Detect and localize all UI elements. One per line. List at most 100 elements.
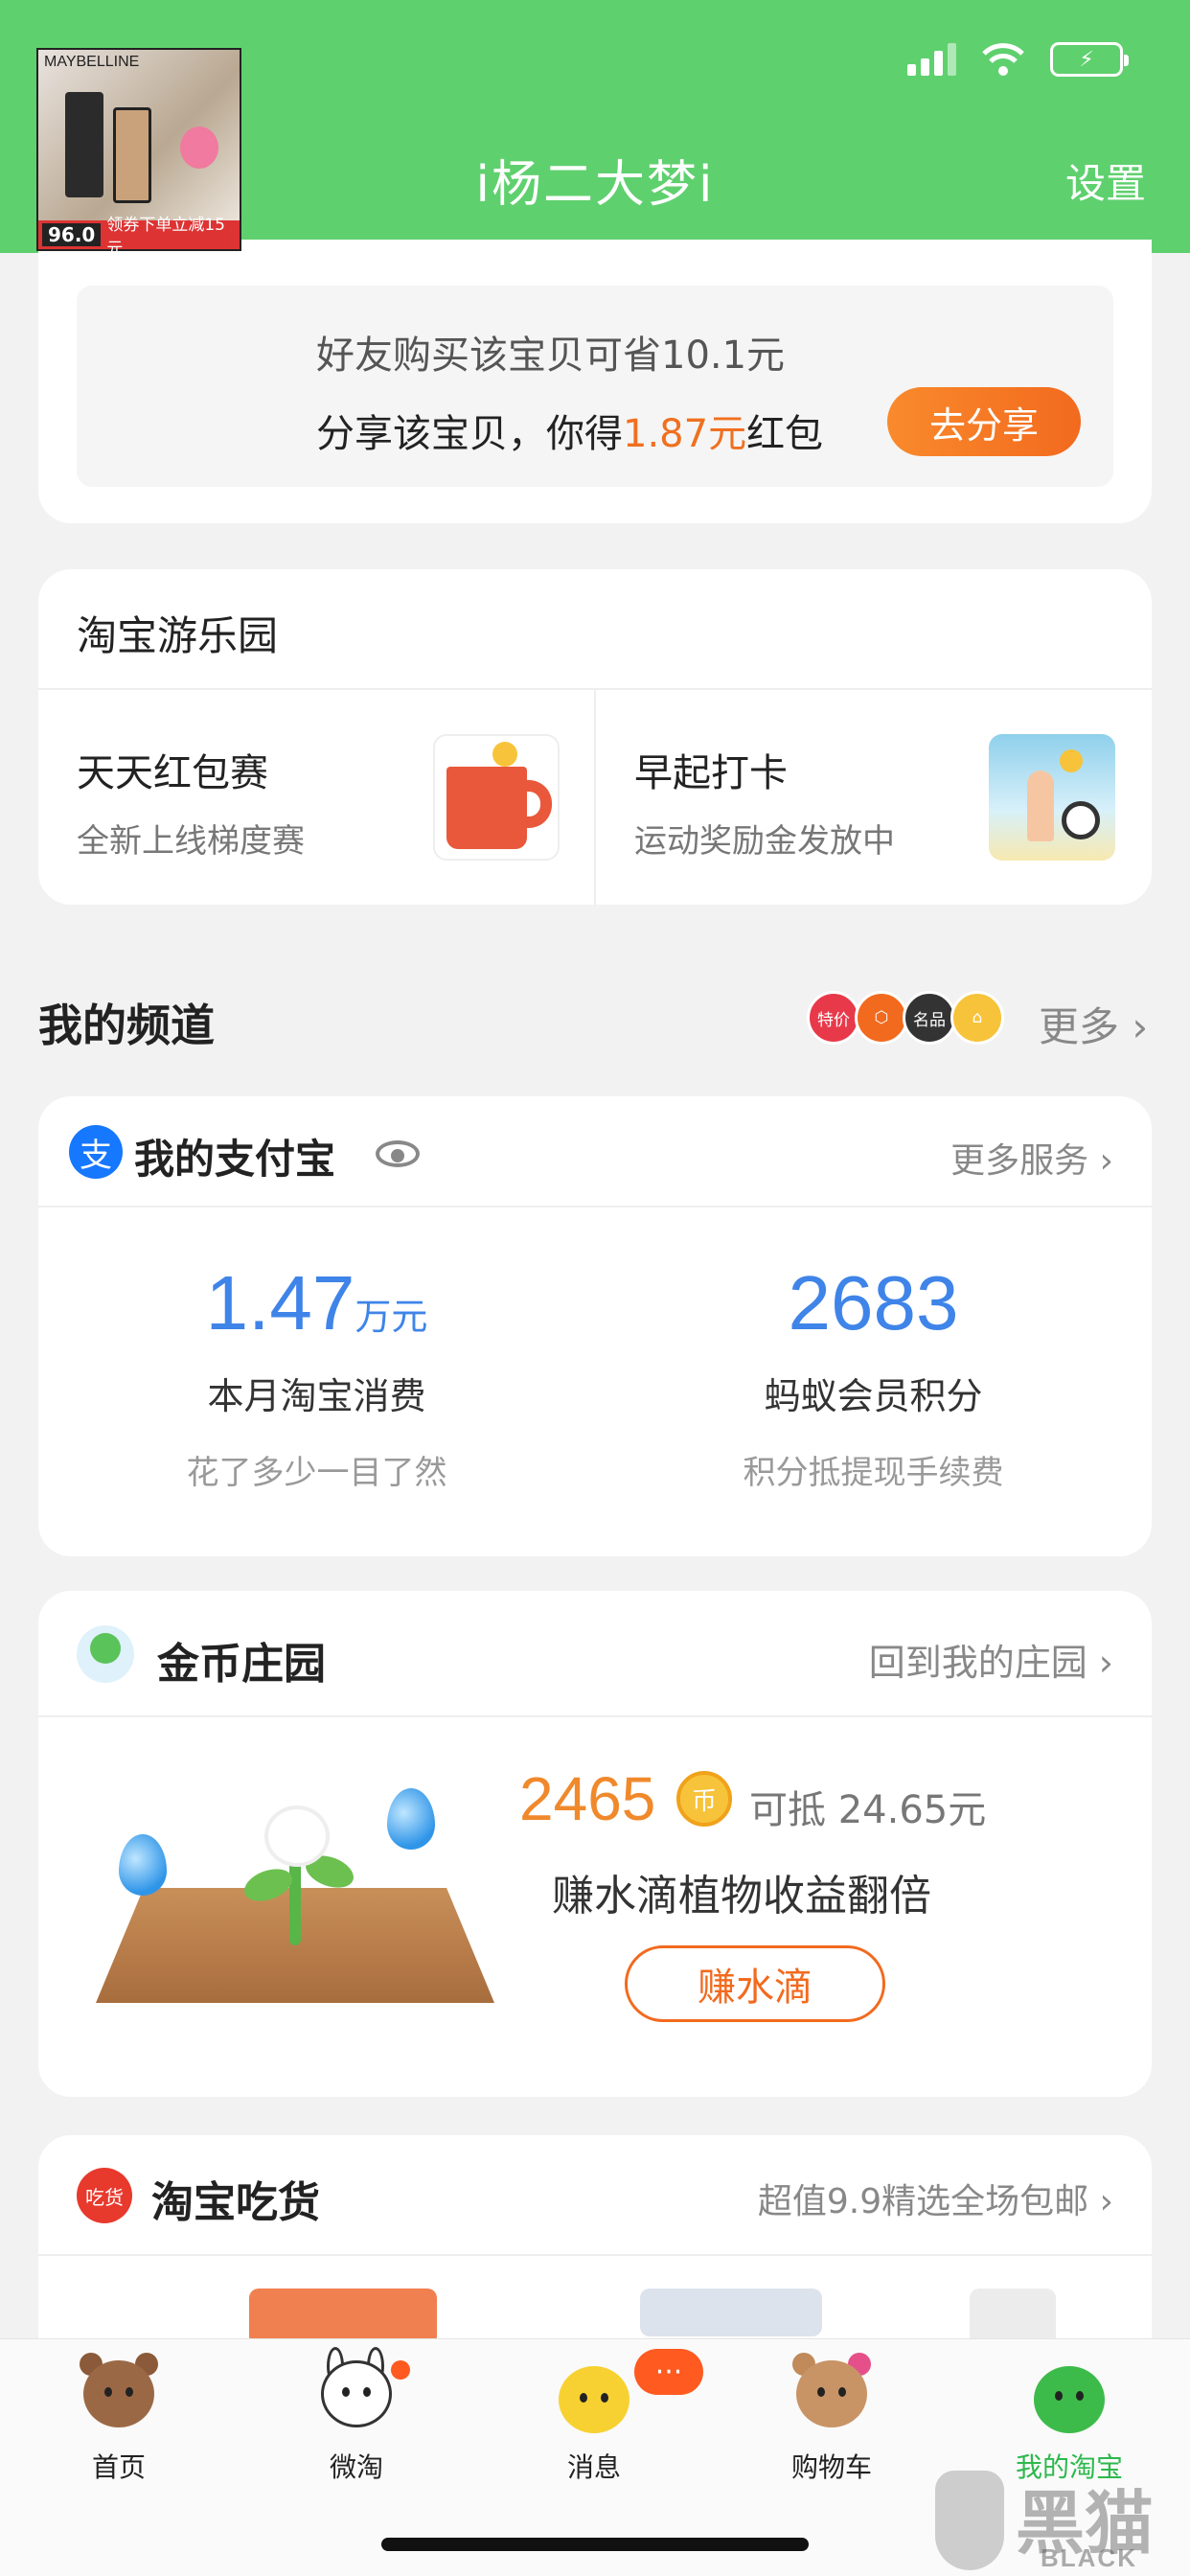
amusement-park-card: 淘宝游乐园 天天红包赛 全新上线梯度赛 早起打卡 运动奖励金发放中 — [38, 569, 1152, 905]
tab-label: 消息 — [566, 2451, 621, 2483]
eye-icon[interactable] — [376, 1140, 420, 1167]
channel-more-label: 更多 — [1039, 1003, 1120, 1050]
settings-button[interactable]: 设置 — [1065, 151, 1146, 210]
share-reward-suffix: 红包 — [746, 412, 824, 456]
status-indicators: ⚡ — [907, 42, 1129, 77]
stat-subtitle: 积分抵提现手续费 — [743, 1454, 1004, 1492]
alipay-card: 支 我的支付宝 更多服务 › 1.47万元 本月淘宝消费 花了多少一目了然 26… — [38, 1096, 1152, 1556]
divider — [38, 1206, 1152, 1208]
earn-water-button[interactable]: 赚水滴 — [625, 1945, 885, 2022]
product-price: 96.0 — [42, 223, 102, 246]
food-product-image[interactable] — [640, 2288, 822, 2336]
gold-coin-icon: 币 — [676, 1771, 732, 1827]
tab-messages[interactable]: ··· 消息 — [475, 2339, 713, 2531]
tab-label: 首页 — [91, 2451, 146, 2483]
product-image[interactable]: MAYBELLINE 96.0 领券下单立减15元 — [36, 48, 241, 259]
alipay-logo-icon: 支 — [69, 1125, 123, 1179]
choco-bear-icon — [789, 2353, 875, 2449]
channel-icon-brand[interactable]: 名品 — [903, 991, 956, 1045]
alipay-more-services-link[interactable]: 更多服务 › — [950, 1133, 1113, 1183]
notification-dot — [391, 2360, 410, 2380]
coin-balance: 2465 — [519, 1764, 656, 1833]
park-item-title: 早起打卡 — [634, 751, 788, 795]
brown-bear-icon — [76, 2353, 162, 2449]
garden-back-link[interactable]: 回到我的庄园 › — [869, 1633, 1113, 1686]
morning-run-image[interactable] — [989, 734, 1115, 861]
park-title: 淘宝游乐园 — [77, 612, 279, 659]
foodie-deals-link[interactable]: 超值9.9精选全场包邮 › — [758, 2174, 1113, 2223]
divider — [594, 690, 596, 905]
channel-icon-house[interactable]: ⌂ — [950, 991, 1004, 1045]
divider — [38, 2254, 1152, 2256]
share-reward-prefix: 分享该宝贝，你得 — [316, 412, 623, 456]
product-brand: MAYBELLINE — [44, 54, 140, 70]
plant-stem-image — [289, 1850, 301, 1945]
channel-more-link[interactable]: 更多 › — [1039, 995, 1148, 1053]
food-product-image[interactable] — [970, 2288, 1056, 2346]
watermark-logo: 黑猫 BLACK CAT — [927, 2467, 1190, 2576]
alipay-stat-points[interactable]: 2683 蚂蚁会员积分 积分抵提现手续费 — [595, 1259, 1152, 1493]
battery-charging-icon: ⚡ — [1050, 42, 1129, 77]
share-saving-text: 好友购买该宝贝可省10.1元 — [316, 334, 786, 378]
foodie-logo-icon: 吃货 — [77, 2168, 132, 2223]
signal-icon — [907, 43, 956, 76]
alipay-title: 我的支付宝 — [134, 1136, 336, 1183]
chevron-right-icon: › — [1099, 1141, 1113, 1181]
cotton-flower-image — [268, 1809, 326, 1863]
park-item-title: 天天红包赛 — [77, 751, 268, 795]
message-badge: ··· — [634, 2349, 703, 2395]
stat-value: 1.47 — [205, 1260, 355, 1346]
tree-icon — [77, 1625, 134, 1683]
wifi-icon — [982, 43, 1024, 76]
alipay-stat-spending[interactable]: 1.47万元 本月淘宝消费 花了多少一目了然 — [38, 1259, 595, 1493]
channel-icon-special[interactable]: 特价 — [807, 991, 860, 1045]
channel-icon-box[interactable]: ⬡ — [855, 991, 908, 1045]
water-drop-icon[interactable] — [119, 1834, 167, 1896]
tab-home[interactable]: 首页 — [0, 2339, 238, 2531]
tab-weitao[interactable]: 微淘 — [238, 2339, 475, 2531]
tab-label: 微淘 — [329, 2451, 383, 2483]
foodie-title: 淘宝吃货 — [151, 2178, 320, 2227]
foundation-bottle-image — [65, 92, 103, 197]
foundation-bottle-image-2 — [113, 107, 151, 203]
cony-rabbit-icon — [313, 2347, 400, 2449]
stat-unit: 万元 — [355, 1296, 428, 1338]
food-product-image[interactable] — [249, 2288, 437, 2346]
cat-head-icon — [935, 2471, 1004, 2570]
channel-title: 我的频道 — [38, 1000, 215, 1051]
sally-chick-icon — [551, 2353, 637, 2449]
tab-label: 购物车 — [790, 2451, 872, 2483]
garden-description: 赚水滴植物收益翻倍 — [552, 1872, 931, 1920]
park-item-red-packet[interactable]: 天天红包赛 全新上线梯度赛 — [77, 742, 305, 862]
coin-worth-text: 可抵 24.65元 — [749, 1788, 987, 1832]
stat-subtitle: 花了多少一目了然 — [186, 1454, 447, 1492]
water-drop-icon[interactable] — [387, 1788, 435, 1850]
stat-label: 本月淘宝消费 — [207, 1375, 426, 1417]
coin-garden-card: 金币庄园 回到我的庄园 › 2465 币 可抵 24.65元 赚水滴植物收益翻倍… — [38, 1591, 1152, 2097]
chevron-right-icon: › — [1098, 1642, 1113, 1684]
divider — [38, 1715, 1152, 1717]
red-mug-image[interactable] — [433, 734, 560, 861]
park-item-subtitle: 全新上线梯度赛 — [77, 822, 305, 861]
alarm-clock-icon — [1062, 801, 1100, 840]
garden-title: 金币庄园 — [157, 1640, 326, 1689]
stat-value: 2683 — [788, 1260, 959, 1346]
product-coupon: 领券下单立减15元 — [106, 216, 225, 259]
share-button[interactable]: 去分享 — [887, 387, 1081, 456]
share-card — [38, 240, 1152, 523]
tab-cart[interactable]: 购物车 — [713, 2339, 950, 2531]
share-reward-amount: 1.87元 — [623, 412, 747, 456]
foodie-link-label: 超值9.9精选全场包邮 — [757, 2182, 1089, 2221]
share-reward-text: 分享该宝贝，你得1.87元红包 — [316, 402, 823, 458]
alipay-more-label: 更多服务 — [950, 1141, 1089, 1181]
home-indicator[interactable] — [381, 2538, 809, 2551]
park-item-subtitle: 运动奖励金发放中 — [634, 822, 895, 861]
leonard-frog-icon — [1026, 2353, 1112, 2449]
garden-link-label: 回到我的庄园 — [868, 1642, 1087, 1684]
park-item-morning-checkin[interactable]: 早起打卡 运动奖励金发放中 — [634, 742, 895, 862]
makeup-sponge-image — [180, 126, 218, 169]
channel-icons[interactable]: 特价 ⬡ 名品 ⌂ — [807, 991, 1004, 1045]
chevron-right-icon: › — [1099, 2182, 1113, 2221]
chevron-right-icon: › — [1132, 1003, 1149, 1050]
product-price-strip: 96.0 领券下单立减15元 — [38, 216, 240, 259]
